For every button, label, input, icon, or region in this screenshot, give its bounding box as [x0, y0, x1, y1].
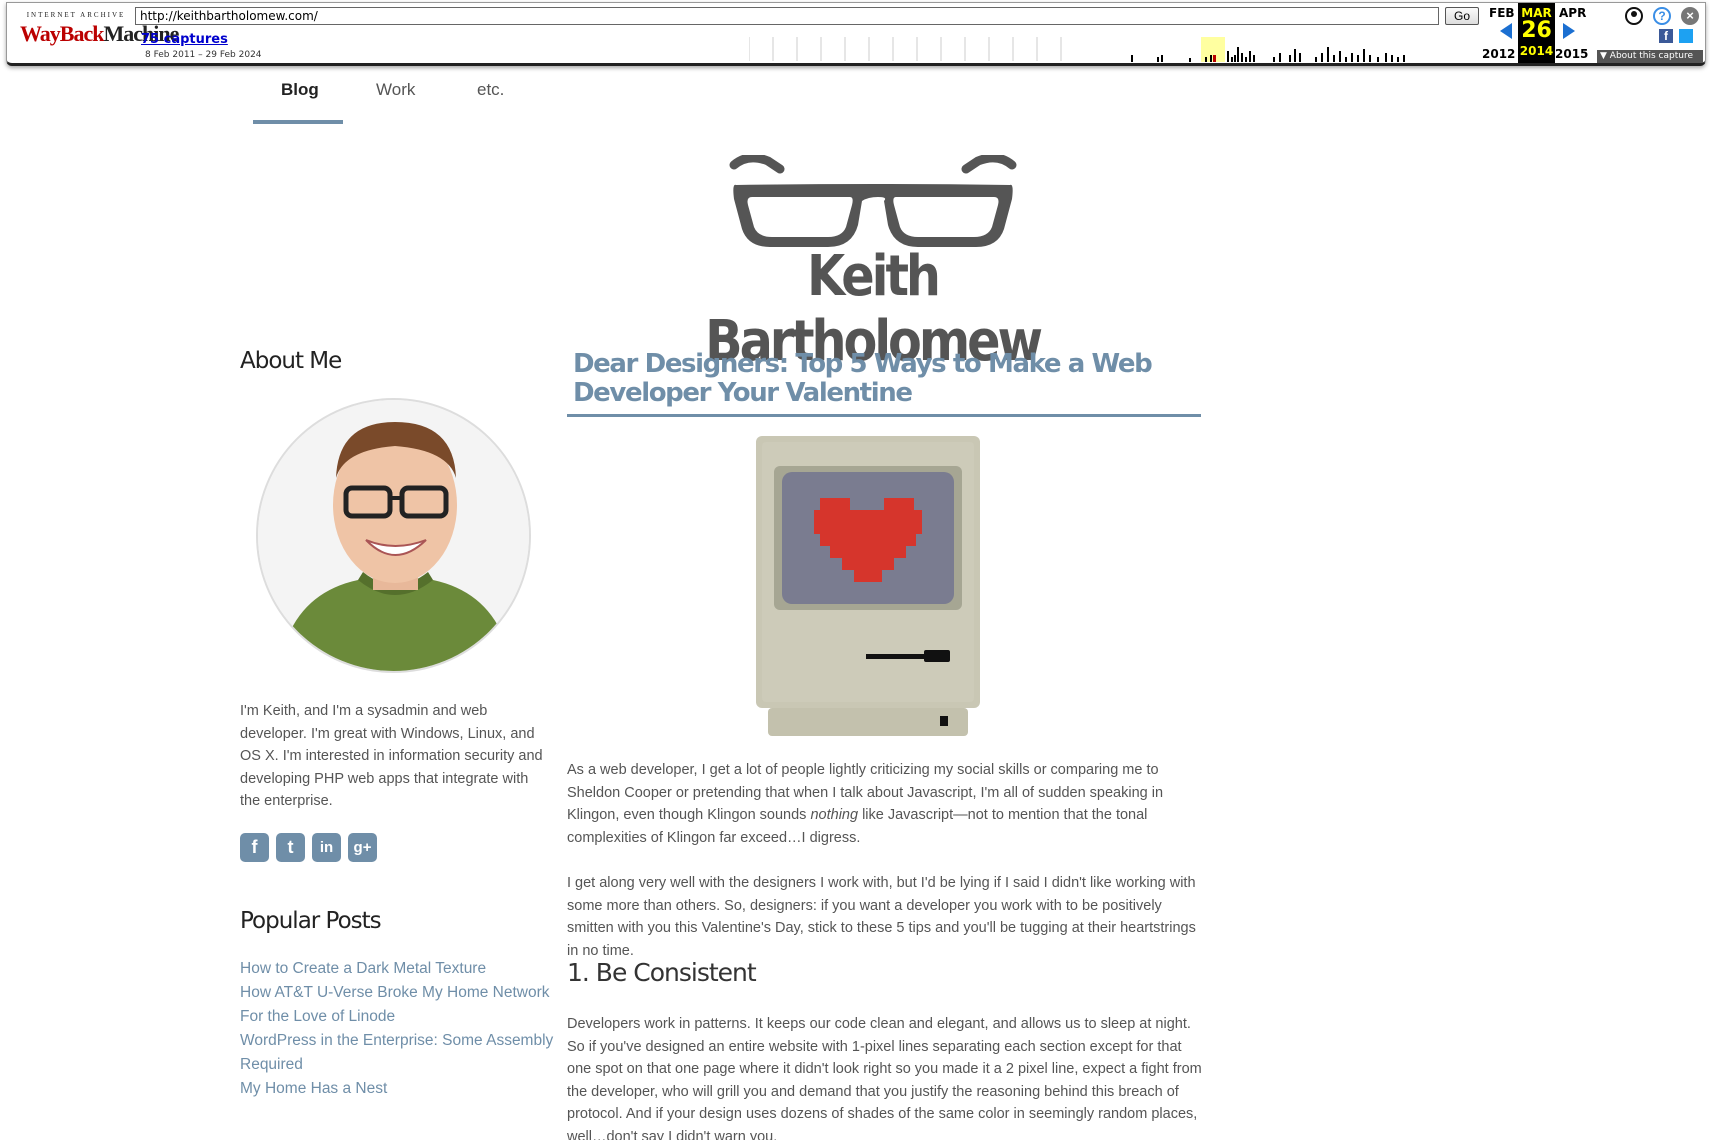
- wayback-url-input[interactable]: http://keithbartholomew.com/: [135, 7, 1439, 25]
- wayback-capture-range: 8 Feb 2011 – 29 Feb 2024: [145, 50, 262, 60]
- popular-post-link[interactable]: My Home Has a Nest: [240, 1077, 560, 1101]
- wayback-logo[interactable]: INTERNET ARCHIVE WayBackMachine: [20, 11, 179, 55]
- wayback-next-year[interactable]: 2015: [1555, 47, 1588, 61]
- account-icon[interactable]: [1625, 7, 1643, 25]
- nav-active-indicator: [253, 120, 343, 124]
- popular-post-link[interactable]: How to Create a Dark Metal Texture: [240, 957, 560, 981]
- wayback-captures-link[interactable]: 75 captures: [141, 32, 228, 47]
- twitter-glyph: t: [287, 837, 294, 857]
- about-heading: About Me: [240, 348, 342, 374]
- about-capture-button[interactable]: ▼ About this capture: [1597, 50, 1703, 63]
- about-capture-label: About this capture: [1609, 51, 1693, 61]
- popular-posts-list: How to Create a Dark Metal Texture How A…: [240, 957, 560, 1101]
- wayback-prev-month[interactable]: FEB: [1489, 6, 1515, 20]
- wayback-cur-year: 2014: [1519, 44, 1554, 58]
- post-title-divider: [567, 414, 1201, 417]
- popular-post-link[interactable]: How AT&T U-Verse Broke My Home Network: [240, 981, 560, 1005]
- facebook-glyph: f: [251, 837, 258, 857]
- googleplus-icon[interactable]: g+: [348, 833, 377, 862]
- linkedin-glyph: in: [319, 839, 334, 856]
- wayback-prev-arrow-icon[interactable]: [1500, 23, 1512, 39]
- wayback-go-button[interactable]: Go: [1445, 7, 1479, 25]
- googleplus-glyph: g+: [353, 839, 372, 856]
- twitter-icon[interactable]: t: [276, 833, 305, 862]
- popular-post-link[interactable]: WordPress in the Enterprise: Some Assemb…: [240, 1029, 560, 1077]
- wayback-prev-year[interactable]: 2012: [1482, 47, 1515, 61]
- post-p1-em: nothing: [810, 807, 859, 824]
- post-heading-1: 1. Be Consistent: [567, 958, 757, 987]
- avatar: [256, 398, 531, 673]
- post-paragraph-1: As a web developer, I get a lot of peopl…: [567, 759, 1207, 849]
- nav-work[interactable]: Work: [376, 80, 415, 100]
- close-icon[interactable]: ×: [1681, 7, 1699, 25]
- wayback-toolbar: INTERNET ARCHIVE WayBackMachine http://k…: [6, 2, 1706, 66]
- facebook-share-icon[interactable]: f: [1659, 29, 1673, 43]
- wayback-logo-way: WayBack: [20, 21, 104, 46]
- wayback-current-date: MAR 26 2014: [1518, 3, 1555, 63]
- wayback-sparkline[interactable]: [749, 35, 1461, 63]
- post-paragraph-3: Developers work in patterns. It keeps ou…: [567, 1016, 1202, 1140]
- nav-blog[interactable]: Blog: [281, 80, 319, 100]
- wayback-logo-top: INTERNET ARCHIVE: [26, 11, 126, 19]
- macintosh-heart-illustration: [756, 436, 980, 736]
- about-text: I'm Keith, and I'm a sysadmin and web de…: [240, 703, 543, 810]
- popular-posts-heading: Popular Posts: [240, 908, 382, 934]
- wayback-cur-day: 26: [1521, 18, 1552, 43]
- nav-etc[interactable]: etc.: [477, 80, 504, 100]
- help-icon[interactable]: ?: [1653, 7, 1671, 25]
- linkedin-icon[interactable]: in: [312, 833, 341, 862]
- post-paragraph-2: I get along very well with the designers…: [567, 875, 1196, 959]
- wayback-next-month[interactable]: APR: [1559, 6, 1586, 20]
- wayback-next-arrow-icon[interactable]: [1563, 23, 1575, 39]
- popular-post-link[interactable]: For the Love of Linode: [240, 1005, 560, 1029]
- twitter-share-icon[interactable]: [1679, 29, 1693, 43]
- facebook-icon[interactable]: f: [240, 833, 269, 862]
- glasses-logo-icon[interactable]: [728, 155, 1018, 253]
- post-title[interactable]: Dear Designers: Top 5 Ways to Make a Web…: [573, 350, 1173, 408]
